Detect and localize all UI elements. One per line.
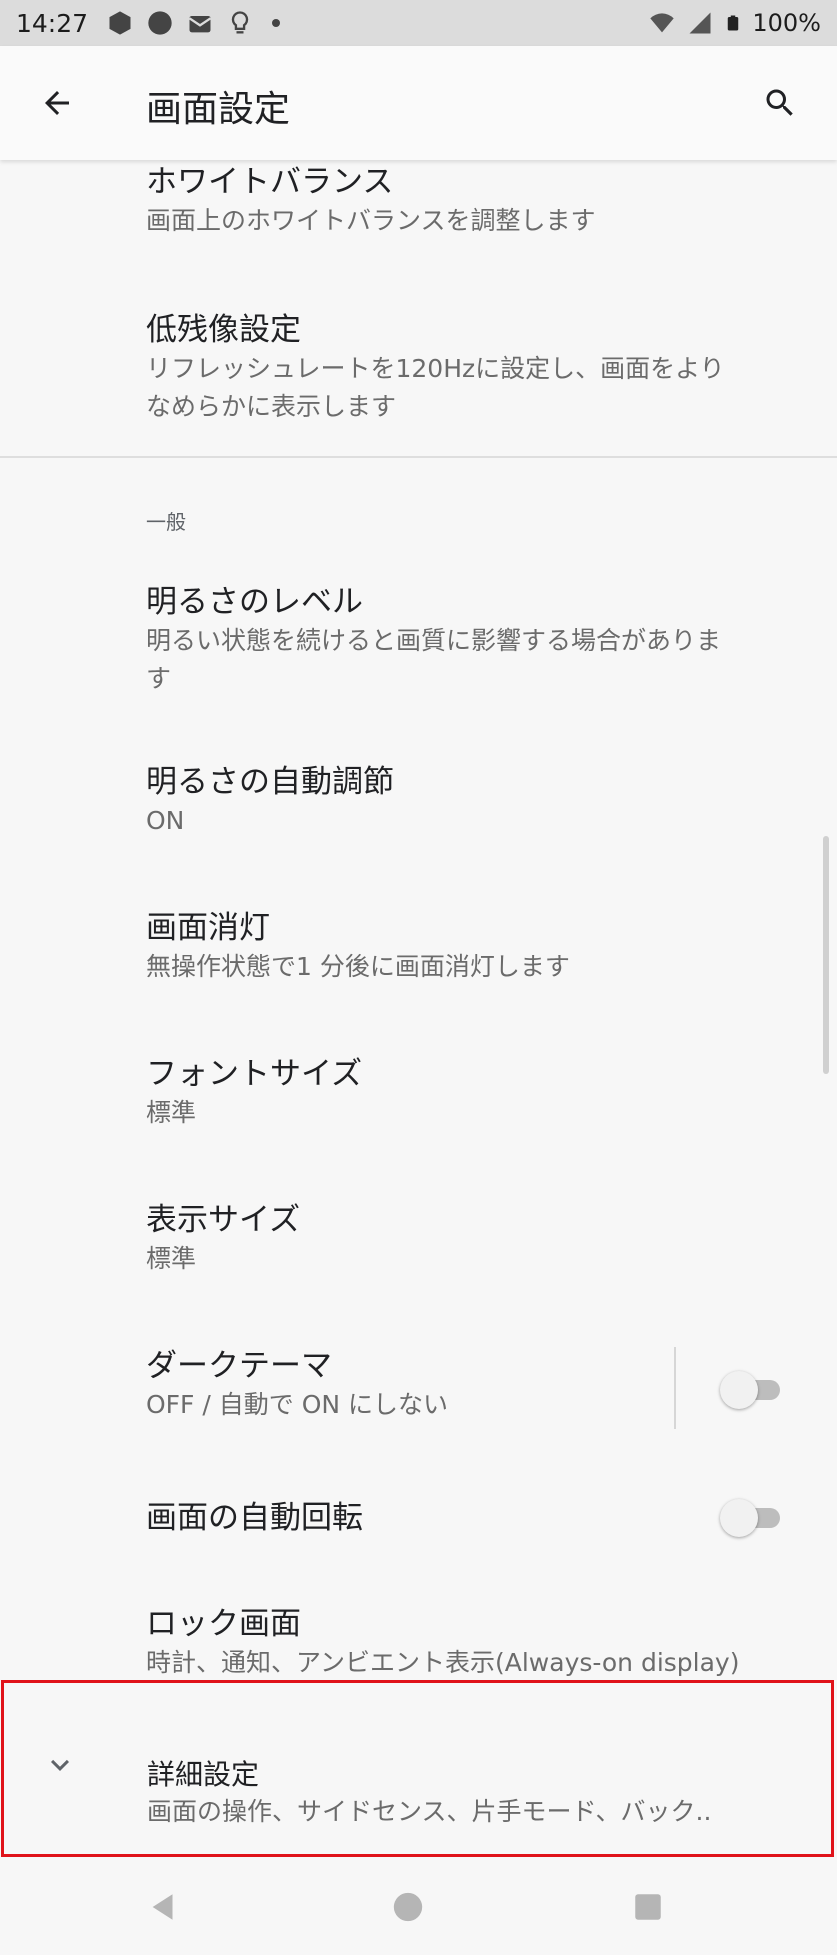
nav-recents-icon: [635, 1894, 661, 1920]
setting-adaptive-brightness[interactable]: 明るさの自動調節 ON: [146, 762, 797, 840]
back-arrow-icon: [45, 91, 69, 115]
system-icons: 100%: [648, 9, 821, 37]
setting-auto-rotate[interactable]: 画面の自動回転: [146, 1498, 797, 1538]
section-header-general: 一般: [146, 510, 186, 534]
setting-summary-line1: 明るい状態を続けると画質に影響する場合がありま: [146, 626, 722, 655]
setting-screen-timeout[interactable]: 画面消灯 無操作状態で1 分後に画面消灯します: [146, 908, 797, 986]
setting-title: フォントサイズ: [146, 1056, 363, 1092]
setting-summary: 標準: [146, 1098, 197, 1127]
setting-title: ホワイトバランス: [146, 164, 394, 200]
setting-summary-line1: リフレッシュレートを120Hzに設定し、画面をより: [146, 354, 725, 383]
status-time: 14:27: [16, 8, 89, 38]
setting-summary: 無操作状態で1 分後に画面消灯します: [146, 952, 570, 981]
scrollbar[interactable]: [823, 836, 829, 1074]
setting-title: 明るさの自動調節: [146, 764, 394, 800]
circle-notification-icon: [148, 11, 172, 35]
setting-brightness-level[interactable]: 明るさのレベル 明るい状態を続けると画質に影響する場合がありま す: [146, 582, 797, 698]
app-notification-icon: [109, 11, 131, 35]
chevron-down-icon: [51, 1759, 69, 1771]
setting-summary: 画面上のホワイトバランスを調整します: [146, 206, 596, 235]
more-notifications-dot: [272, 19, 281, 27]
advanced-summary: 画面の操作、サイドセンス、片手モード、バック..: [147, 1797, 712, 1826]
nav-home-button[interactable]: [388, 1887, 428, 1927]
screen: 14:27 100% 画面設定 ホワイトバランス 画面上のホワイトバランスを調整…: [0, 0, 837, 1955]
setting-title: 画面消灯: [146, 910, 270, 946]
setting-summary: ON: [146, 806, 185, 835]
page-title: 画面設定: [146, 89, 291, 130]
nav-home-icon: [393, 1892, 423, 1922]
battery-icon: [728, 15, 739, 31]
setting-dark-theme[interactable]: ダークテーマ OFF / 自動で ON にしない: [146, 1346, 687, 1424]
setting-summary-line2: す: [146, 664, 172, 693]
wifi-icon: [650, 13, 675, 33]
search-icon: [766, 89, 793, 116]
toggle-thumb: [720, 1371, 758, 1409]
auto-rotate-toggle[interactable]: [720, 1498, 784, 1538]
setting-title: 画面の自動回転: [146, 1500, 363, 1536]
signal-icon: [689, 12, 711, 34]
settings-list: ホワイトバランス 画面上のホワイトバランスを調整します 低残像設定 リフレッシュ…: [0, 160, 837, 1832]
navigation-bar: [0, 1857, 837, 1955]
setting-lock-screen[interactable]: ロック画面 時計、通知、アンビエント表示(Always-on display): [146, 1604, 817, 1682]
setting-low-persistence[interactable]: 低残像設定 リフレッシュレートを120Hzに設定し、画面をより なめらかに表示し…: [146, 310, 797, 426]
setting-title: 表示サイズ: [146, 1202, 301, 1238]
setting-summary: 時計、通知、アンビエント表示(Always-on display): [146, 1648, 740, 1677]
advanced-settings-row[interactable]: 詳細設定 画面の操作、サイドセンス、片手モード、バック..: [1, 1680, 834, 1857]
setting-summary: 標準: [146, 1244, 197, 1273]
toggle-thumb: [720, 1499, 758, 1537]
setting-summary: OFF / 自動で ON にしない: [146, 1390, 449, 1419]
setting-white-balance[interactable]: ホワイトバランス 画面上のホワイトバランスを調整します: [146, 162, 797, 240]
setting-summary-line2: なめらかに表示します: [146, 392, 397, 421]
back-button[interactable]: [30, 76, 84, 130]
app-bar: 画面設定: [0, 46, 837, 160]
nav-back-icon: [152, 1894, 173, 1920]
nav-back-button[interactable]: [144, 1887, 184, 1927]
lightbulb-icon: [231, 11, 249, 34]
status-bar: 14:27 100%: [0, 0, 837, 46]
nav-recents-button[interactable]: [628, 1887, 668, 1927]
toggle-separator: [674, 1347, 676, 1429]
setting-title: 低残像設定: [146, 312, 301, 348]
setting-font-size[interactable]: フォントサイズ 標準: [146, 1054, 797, 1132]
notification-icons: [106, 9, 281, 37]
dark-theme-toggle[interactable]: [720, 1370, 784, 1410]
setting-display-size[interactable]: 表示サイズ 標準: [146, 1200, 797, 1278]
section-divider: [0, 456, 837, 458]
setting-title: ダークテーマ: [146, 1348, 332, 1384]
search-button[interactable]: [753, 76, 807, 130]
setting-title: 明るさのレベル: [146, 584, 363, 620]
advanced-title: 詳細設定: [147, 1758, 260, 1791]
setting-title: ロック画面: [146, 1606, 301, 1642]
battery-percent: 100%: [752, 9, 821, 37]
mail-notification-icon: [188, 16, 212, 33]
